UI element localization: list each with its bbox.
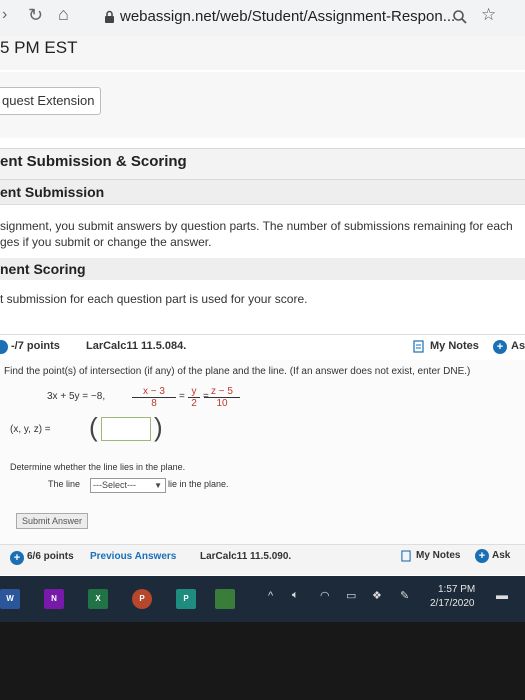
notes-icon[interactable] [413,340,424,353]
scoring-text: t submission for each question part is u… [0,292,308,306]
lock-icon [105,10,114,23]
submission-scoring-title: ent Submission & Scoring [0,153,187,170]
fraction-x-numerator: x − 3 [132,386,176,398]
publisher-icon[interactable]: P [176,589,196,609]
fraction-z-numerator: z − 5 [204,386,240,398]
url-bar[interactable]: webassign.net/web/Student/Assignment-Res… [120,8,455,25]
equals-sign: = [179,391,185,402]
question-id: LarCalc11 11.5.084. [86,340,187,352]
next-status-icon: + [10,551,24,565]
pen-icon[interactable]: ✎ [400,589,409,602]
submit-answer-button[interactable]: Submit Answer [16,513,88,529]
bookmark-star-icon[interactable]: ☆ [481,5,496,25]
point-label: (x, y, z) = [10,424,51,435]
question-points: -/7 points [11,340,60,352]
ask-link[interactable]: As [511,340,525,352]
taskbar-date: 2/17/2020 [430,598,475,609]
question-prompt: Find the point(s) of intersection (if an… [4,366,471,377]
request-extension-button[interactable]: quest Extension [0,87,101,115]
determine-text: Determine whether the line lies in the p… [10,462,186,472]
plane-equation: 3x + 5y = −8, [47,391,106,402]
point-answer-input[interactable] [101,417,151,441]
home-icon[interactable]: ⌂ [58,4,69,25]
forward-arrow-icon[interactable]: › [2,6,7,24]
scoring-heading: nent Scoring [0,261,86,277]
dropdown-arrow-icon: ▼ [154,481,162,490]
submission-text-line1: signment, you submit answers by question… [0,219,513,233]
fraction-y-denominator: 2 [191,398,197,409]
word-icon[interactable]: W [0,589,20,609]
due-time: 5 PM EST [0,38,78,57]
next-ask-plus-icon[interactable]: + [475,549,489,563]
next-my-notes-link[interactable]: My Notes [416,550,460,561]
app-icon[interactable] [215,589,235,609]
due-date-strip [0,36,525,70]
submission-text-line2: ges if you submit or change the answer. [0,235,212,249]
next-points: 6/6 points [27,551,74,562]
lie-select-dropdown[interactable]: ---Select--- ▼ [90,478,166,493]
submission-heading: ent Submission [0,184,105,200]
left-paren: ( [89,412,98,442]
fraction-x-denominator: 8 [151,398,157,409]
fraction-y: y 2 [188,386,200,409]
next-question-id: LarCalc11 11.5.090. [200,551,292,562]
volume-icon[interactable]: 🔈︎ [292,589,299,602]
fraction-x: x − 3 8 [132,386,176,409]
powerpoint-icon[interactable]: P [132,589,152,609]
onenote-icon[interactable]: N [44,589,64,609]
right-paren: ) [154,412,163,442]
select-value: ---Select--- [93,480,136,490]
wifi-icon[interactable]: ◠ [320,589,330,602]
battery-icon[interactable]: ▭ [346,589,356,602]
ask-plus-icon[interactable]: + [493,340,507,354]
tray-expand-icon[interactable]: ^ [268,590,273,602]
excel-icon[interactable]: X [88,589,108,609]
search-icon[interactable] [452,9,468,25]
fraction-z: z − 5 10 [204,386,240,409]
fraction-y-numerator: y [188,386,200,398]
notifications-icon[interactable]: ▬ [496,588,508,602]
previous-answers-link[interactable]: Previous Answers [90,551,176,562]
lie-text: lie in the plane. [168,479,229,489]
my-notes-link[interactable]: My Notes [430,340,479,352]
dropbox-icon[interactable]: ❖ [372,589,382,602]
reload-icon[interactable]: ↻ [28,5,43,26]
taskbar-time: 1:57 PM [438,584,476,595]
notes-icon[interactable] [401,550,411,562]
next-ask-link[interactable]: Ask [492,550,510,561]
fraction-z-denominator: 10 [216,398,228,409]
the-line-label: The line [48,479,81,489]
laptop-bezel [0,622,525,700]
